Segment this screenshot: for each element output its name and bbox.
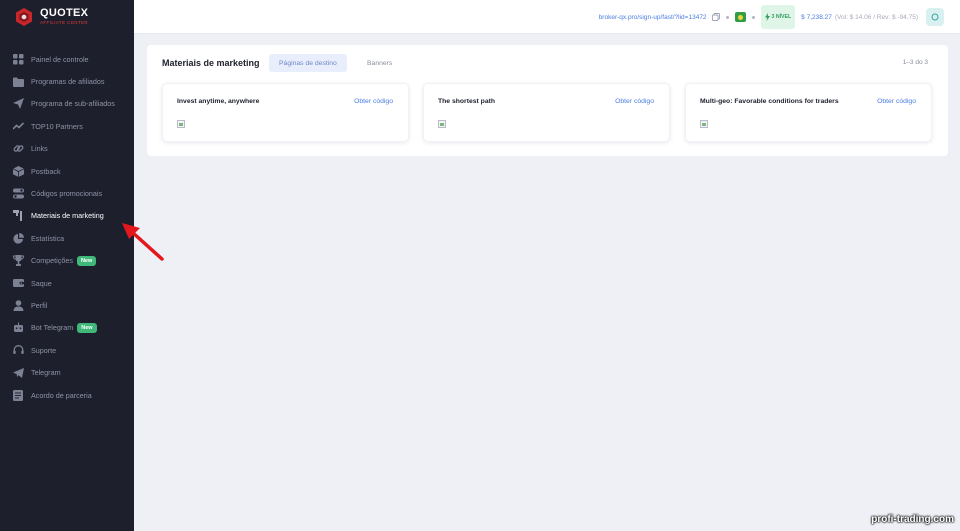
paper-plane-icon	[12, 98, 24, 110]
pie-chart-icon	[12, 232, 24, 244]
sidebar-item-label: Postback	[31, 166, 61, 176]
sidebar-item-top10[interactable]: TOP10 Partners	[0, 115, 134, 137]
telegram-icon	[12, 367, 24, 379]
sidebar-item-label: Materiais de marketing	[31, 211, 104, 221]
copy-icon[interactable]	[711, 8, 720, 26]
separator-dot	[725, 15, 729, 19]
sidebar-item-label: Painel de controle	[31, 54, 89, 64]
sidebar-item-telegram[interactable]: Telegram	[0, 361, 134, 383]
trophy-icon	[12, 255, 24, 267]
sidebar-item-competitions[interactable]: Competições New	[0, 250, 134, 272]
sidebar-item-label: Suporte	[31, 345, 57, 355]
pagination-count: 1–3 do 3	[902, 59, 928, 66]
sidebar-item-label: Links	[31, 144, 48, 154]
lightning-icon	[764, 8, 770, 26]
brand-logo[interactable]: QUOTEX AFFILIATE CENTER	[0, 0, 134, 34]
sidebar-item-promo-codes[interactable]: Códigos promocionais	[0, 182, 134, 204]
page-title: Materiais de marketing	[162, 58, 260, 68]
sidebar-item-label: Programa de sub-afiliados	[31, 99, 115, 109]
sidebar-item-profile[interactable]: Perfil	[0, 294, 134, 316]
level-label: 3 NÍVEL	[771, 14, 792, 20]
tab-banners[interactable]: Banners	[357, 54, 402, 72]
sidebar-item-label: Competições	[31, 256, 73, 266]
get-code-link[interactable]: Obter código	[877, 98, 916, 105]
card-title: Multi-geo: Favorable conditions for trad…	[700, 98, 839, 105]
language-flag-icon[interactable]	[734, 12, 746, 22]
link-icon	[12, 143, 24, 155]
watermark: profi-trading.com	[871, 514, 954, 525]
broken-image-icon	[177, 120, 185, 128]
sidebar-item-affiliate-programs[interactable]: Programas de afiliados	[0, 70, 134, 92]
sidebar-item-marketing-materials[interactable]: Materiais de marketing	[0, 205, 134, 227]
get-code-link[interactable]: Obter código	[615, 98, 654, 105]
sidebar-nav: Painel de controle Programas de afiliado…	[0, 48, 134, 406]
landing-card: Multi-geo: Favorable conditions for trad…	[685, 83, 932, 142]
dashboard-icon	[12, 53, 24, 65]
quotex-logo-icon	[14, 7, 34, 27]
referral-link[interactable]: broker-qx.pro/sign-up/fast/?lid=13472	[599, 14, 707, 21]
level-badge[interactable]: 3 NÍVEL	[760, 5, 796, 29]
topbar: broker-qx.pro/sign-up/fast/?lid=13472 3 …	[134, 0, 960, 34]
sidebar-item-support[interactable]: Suporte	[0, 339, 134, 361]
brand-subtitle: AFFILIATE CENTER	[40, 20, 89, 26]
sidebar-item-telegram-bot[interactable]: Bot Telegram New	[0, 317, 134, 339]
red-arrow-annotation	[122, 223, 164, 261]
panel-header: Materiais de marketing Páginas de destin…	[147, 45, 948, 81]
sidebar-item-label: Bot Telegram	[31, 323, 74, 333]
brand-name: QUOTEX	[40, 7, 89, 20]
sidebar-item-label: Programas de afiliados	[31, 77, 105, 87]
folder-icon	[12, 76, 24, 88]
sidebar-item-label: Perfil	[31, 300, 48, 310]
trend-icon	[12, 120, 24, 132]
balance-amount: $ 7,238.27	[801, 13, 832, 21]
get-code-link[interactable]: Obter código	[354, 98, 393, 105]
sidebar-item-label: TOP10 Partners	[31, 121, 83, 131]
new-badge: New	[76, 255, 97, 266]
sidebar-item-statistics[interactable]: Estatística	[0, 227, 134, 249]
toggle-icon	[12, 188, 24, 200]
marketing-materials-panel: Materiais de marketing Páginas de destin…	[147, 45, 948, 156]
robot-icon	[12, 322, 24, 334]
card-title: The shortest path	[438, 98, 496, 105]
sidebar-item-withdrawal[interactable]: Saque	[0, 272, 134, 294]
card-title: Invest anytime, anywhere	[177, 98, 260, 105]
new-badge: New	[77, 322, 97, 333]
flag-icon	[12, 210, 24, 222]
sidebar: QUOTEX AFFILIATE CENTER Painel de contro…	[0, 0, 134, 531]
sidebar-item-label: Acordo de parceria	[31, 390, 92, 400]
broken-image-icon	[700, 120, 708, 128]
sidebar-item-dashboard[interactable]: Painel de controle	[0, 48, 134, 70]
balance-details: (Vol: $ 14.06 / Rev: $ -94.75)	[834, 13, 918, 21]
sidebar-item-label: Saque	[31, 278, 52, 288]
wallet-icon	[12, 277, 24, 289]
landing-card: The shortest path Obter código	[423, 83, 670, 142]
sidebar-item-label: Códigos promocionais	[31, 189, 103, 199]
sidebar-item-partnership[interactable]: Acordo de parceria	[0, 384, 134, 406]
box-icon	[12, 165, 24, 177]
topbar-right: broker-qx.pro/sign-up/fast/?lid=13472 3 …	[599, 5, 944, 29]
document-icon	[12, 389, 24, 401]
sidebar-item-label: Estatística	[31, 233, 65, 243]
separator-dot	[751, 15, 755, 19]
avatar[interactable]	[926, 8, 944, 26]
sidebar-item-label: Telegram	[31, 368, 61, 378]
sidebar-item-postback[interactable]: Postback	[0, 160, 134, 182]
sidebar-item-sub-affiliate[interactable]: Programa de sub-afiliados	[0, 93, 134, 115]
headset-icon	[12, 344, 24, 356]
sidebar-item-links[interactable]: Links	[0, 138, 134, 160]
broken-image-icon	[438, 120, 446, 128]
tab-landing-pages[interactable]: Páginas de destino	[269, 54, 347, 72]
user-icon	[12, 299, 24, 311]
landing-card: Invest anytime, anywhere Obter código	[162, 83, 409, 142]
balance[interactable]: $ 7,238.27 (Vol: $ 14.06 / Rev: $ -94.75…	[801, 14, 918, 21]
